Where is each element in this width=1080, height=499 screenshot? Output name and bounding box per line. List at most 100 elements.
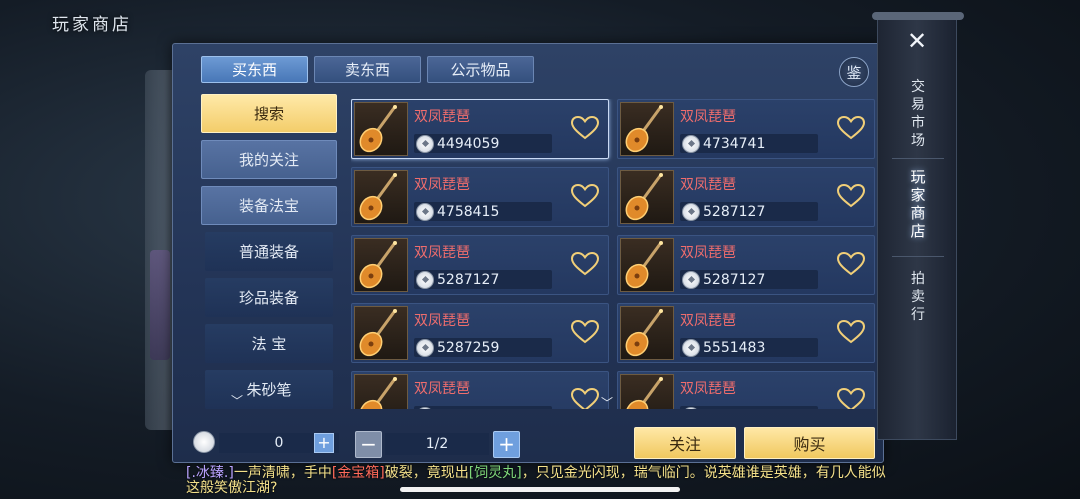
item-price: 4758415 — [437, 203, 500, 220]
pipa-icon — [620, 170, 674, 224]
nav-auction-house[interactable]: 拍卖行 — [878, 270, 958, 324]
silver-coin-icon — [416, 406, 434, 409]
price-bar: 5287127 — [680, 202, 818, 221]
nav-char: 场 — [911, 133, 925, 149]
sidebar-item-normal-equipment[interactable]: 普通装备 — [205, 232, 333, 271]
chat-text: 一声清啸，手中 — [233, 465, 332, 481]
search-button[interactable]: 搜索 — [201, 94, 337, 133]
close-icon[interactable]: ✕ — [902, 26, 932, 56]
silver-coin-icon — [416, 134, 434, 153]
sidebar-item-equipment[interactable]: 装备法宝 — [201, 186, 337, 225]
favorite-heart-icon[interactable] — [570, 250, 600, 278]
nav-player-shop[interactable]: 玩家商店 — [878, 168, 958, 240]
item-name: 双凤琵琶 — [680, 245, 736, 261]
nav-char: 交 — [911, 79, 925, 95]
tab-public-items[interactable]: 公示物品 — [427, 56, 534, 83]
item-name: 双凤琵琶 — [680, 177, 736, 193]
home-indicator[interactable] — [400, 487, 680, 492]
pipa-icon — [354, 306, 408, 360]
favorite-heart-icon[interactable] — [836, 182, 866, 210]
item-name: 双凤琵琶 — [414, 313, 470, 329]
silver-coin-icon — [416, 270, 434, 289]
chat-item-link[interactable]: [饲灵丸] — [469, 465, 522, 481]
add-currency-button[interactable]: + — [314, 433, 334, 453]
chevron-down-icon[interactable]: ﹀ — [601, 394, 613, 411]
pipa-icon — [620, 374, 674, 409]
sidebar-item-rare-equipment[interactable]: 珍品装备 — [205, 278, 333, 317]
chat-channel[interactable]: [.冰臻.] — [186, 465, 234, 481]
item-card[interactable]: 双凤琵琶 5287127 — [617, 235, 875, 295]
pipa-icon — [354, 238, 408, 292]
item-card[interactable]: 双凤琵琶 5287127 — [617, 167, 875, 227]
nav-char: 店 — [910, 222, 926, 240]
pipa-icon — [354, 170, 408, 224]
item-price: 5287127 — [703, 203, 766, 220]
chat-text: 破裂，竟现出 — [384, 465, 469, 481]
next-page-button[interactable]: + — [493, 431, 520, 458]
favorite-heart-icon[interactable] — [836, 386, 866, 409]
tab-buy[interactable]: 买东西 — [201, 56, 308, 83]
item-card[interactable]: 双凤琵琶 4734741 — [617, 99, 875, 159]
item-name: 双凤琵琶 — [680, 381, 736, 397]
page-title: 玩家商店 — [52, 15, 132, 35]
favorite-heart-icon[interactable] — [570, 318, 600, 346]
item-price: 5287259 — [437, 339, 500, 356]
item-name: 双凤琵琶 — [414, 177, 470, 193]
item-card[interactable]: 双凤琵琶 4758415 — [351, 167, 609, 227]
item-name: 双凤琵琶 — [414, 109, 470, 125]
buy-button[interactable]: 购买 — [744, 427, 875, 459]
item-card[interactable]: 双凤琵琶 4494059 — [351, 99, 609, 159]
page-indicator: 1/2 — [385, 433, 489, 455]
follow-button[interactable]: 关注 — [634, 427, 736, 459]
favorite-heart-icon[interactable] — [570, 182, 600, 210]
item-name: 双凤琵琶 — [680, 109, 736, 125]
favorite-heart-icon[interactable] — [570, 114, 600, 142]
tab-sell[interactable]: 卖东西 — [314, 56, 421, 83]
sidebar-item-my-follows[interactable]: 我的关注 — [201, 140, 337, 179]
item-list[interactable]: 双凤琵琶 4494059 双凤琵琶 4734741 双凤琵琶 4758415 双凤琵琶 528… — [351, 99, 876, 409]
shop-panel: 买东西 卖东西 公示物品 鉴 搜索 我的关注 装备法宝 普通装备 珍品装备 法 … — [172, 43, 884, 463]
item-card[interactable]: 双凤琵琶 5287127 — [351, 235, 609, 295]
nav-char: 拍 — [911, 271, 925, 287]
favorite-heart-icon[interactable] — [836, 250, 866, 278]
item-price: 4734741 — [703, 135, 766, 152]
silver-coin-icon — [682, 270, 700, 289]
pipa-icon — [620, 306, 674, 360]
item-price: 4494059 — [437, 135, 500, 152]
sidebar-item-treasure[interactable]: 法 宝 — [205, 324, 333, 363]
nav-char: 商 — [910, 204, 926, 222]
nav-char: 行 — [911, 307, 925, 323]
nav-char: 卖 — [911, 289, 925, 305]
price-bar: 5287127 — [414, 270, 552, 289]
nav-char: 市 — [911, 115, 925, 131]
nav-char: 家 — [910, 186, 926, 204]
item-name: 双凤琵琶 — [414, 245, 470, 261]
background-ribbon — [150, 250, 170, 360]
nav-trading-market[interactable]: 交易市场 — [878, 78, 958, 150]
silver-coin-icon — [416, 338, 434, 357]
favorite-heart-icon[interactable] — [836, 114, 866, 142]
price-bar: 5287259 — [414, 338, 552, 357]
pipa-icon — [354, 374, 408, 409]
prev-page-button[interactable]: − — [355, 431, 382, 458]
tab-bar: 买东西 卖东西 公示物品 — [201, 56, 534, 83]
favorite-heart-icon[interactable] — [836, 318, 866, 346]
favorite-heart-icon[interactable] — [570, 386, 600, 409]
price-bar — [680, 406, 818, 409]
item-name: 双凤琵琶 — [414, 381, 470, 397]
nav-char: 易 — [911, 97, 925, 113]
item-card[interactable]: 双凤琵琶 5287259 — [351, 303, 609, 363]
item-card[interactable]: 双凤琵琶 — [351, 371, 609, 409]
market-nav-scroll: ✕ 交易市场 玩家商店 拍卖行 — [872, 12, 964, 440]
chat-item-link[interactable]: [金宝箱] — [332, 465, 385, 481]
sidebar-item-cinnabar-brush[interactable]: 朱砂笔 — [205, 370, 333, 409]
pipa-icon — [620, 102, 674, 156]
item-price: 5551483 — [703, 339, 766, 356]
appraise-button[interactable]: 鉴 — [839, 57, 869, 87]
chevron-down-icon[interactable]: ﹀ — [231, 392, 243, 409]
item-price: 5287127 — [703, 271, 766, 288]
price-bar: 5287127 — [680, 270, 818, 289]
price-bar — [414, 406, 552, 409]
item-card[interactable]: 双凤琵琶 5551483 — [617, 303, 875, 363]
item-card[interactable]: 双凤琵琶 — [617, 371, 875, 409]
